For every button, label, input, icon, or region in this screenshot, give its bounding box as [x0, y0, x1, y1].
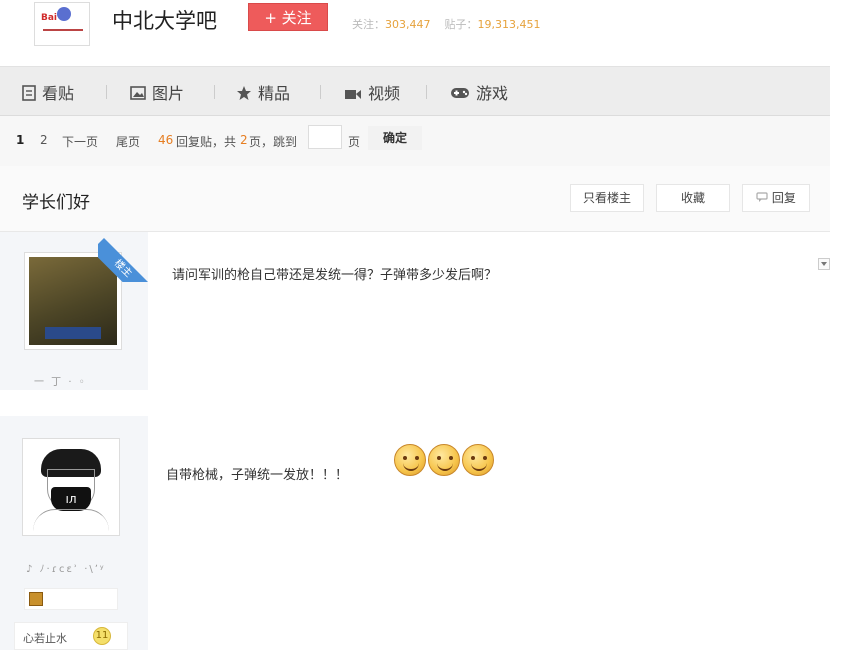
last-page-link[interactable]: 尾页	[116, 133, 140, 150]
level-name: 心若止水	[23, 632, 67, 645]
thread-title: 学长们好	[22, 193, 90, 213]
tab-posts[interactable]: 看贴	[22, 80, 74, 105]
reply-button[interactable]: 回复	[742, 184, 810, 212]
post-item: ıл ♪ ﾉ·ɾcεʾ ·\ʼʸ 心若止水 11 自带枪械，子弹统一发放！！！	[0, 416, 830, 650]
member-badge-icon[interactable]	[29, 592, 43, 606]
confirm-button[interactable]: 确定	[368, 126, 422, 150]
level-number: 11	[93, 627, 111, 645]
post-content: 请问军训的枪自己带还是发统一得？子弹带多少发后啊？	[172, 268, 498, 283]
tab-divider	[214, 85, 215, 99]
post-item: 楼主 一 丁 · ◦ 请问军训的枪自己带还是发统一得？子弹带多少发后啊？	[0, 232, 830, 390]
baidu-logo-icon: Bai	[41, 13, 58, 23]
post-content: 自带枪械，子弹统一发放！！！	[166, 468, 349, 483]
forum-header: Bai 中北大学吧 + 关注 关注：303,447 贴子：19,313,451	[0, 0, 830, 66]
star-icon	[236, 85, 252, 105]
tab-featured[interactable]: 精品	[236, 80, 290, 105]
username[interactable]: 一 丁 · ◦	[34, 373, 87, 388]
tab-label: 视频	[368, 84, 401, 103]
page-link-2[interactable]: 2	[40, 133, 48, 147]
user-level[interactable]: 心若止水 11	[14, 622, 128, 650]
document-icon	[22, 84, 36, 105]
pagination-bar: 1 2 下一页 尾页 46 回复贴，共 2 页，跳到 页 确定	[0, 116, 830, 166]
post-divider	[0, 390, 844, 416]
favorite-button[interactable]: 收藏	[656, 184, 730, 212]
author-column: ıл ♪ ﾉ·ɾcεʾ ·\ʼʸ 心若止水 11	[0, 416, 148, 650]
tab-images[interactable]: 图片	[130, 80, 184, 104]
username[interactable]: ♪ ﾉ·ɾcεʾ ·\ʼʸ	[26, 560, 106, 575]
post-count-label: 贴子：	[444, 18, 478, 31]
tab-label: 图片	[152, 84, 185, 103]
smiley-face-icon	[394, 444, 426, 476]
page-unit: 页	[348, 135, 361, 149]
total-pages-suffix: 页，跳到	[249, 135, 298, 149]
tab-label: 游戏	[476, 84, 509, 103]
reply-label: 回复	[771, 191, 796, 205]
forum-tabs: 看贴 图片 精品 视频 游戏	[0, 66, 830, 116]
video-camera-icon	[344, 85, 362, 104]
logo-calligraphy-icon	[43, 29, 83, 35]
comment-icon	[756, 191, 768, 205]
image-icon	[130, 85, 146, 104]
tab-divider	[106, 85, 107, 99]
total-pages: 2	[240, 133, 248, 147]
only-author-button[interactable]: 只看楼主	[570, 184, 644, 212]
page-current: 1	[16, 133, 25, 147]
tab-label: 精品	[258, 84, 291, 103]
member-badge-row	[24, 588, 118, 610]
follow-button[interactable]: + 关注	[248, 3, 328, 31]
tab-divider	[426, 85, 427, 99]
post-count: 19,313,451	[477, 18, 541, 31]
thread-header: 学长们好 只看楼主 收藏 回复	[0, 166, 830, 232]
follow-count-label: 关注：	[352, 18, 385, 31]
author-column: 楼主 一 丁 · ◦	[0, 232, 148, 390]
logo-seal-icon	[57, 7, 71, 21]
smiley-face-icon	[462, 444, 494, 476]
tab-videos[interactable]: 视频	[344, 80, 400, 104]
tab-divider	[320, 85, 321, 99]
forum-name[interactable]: 中北大学吧	[112, 5, 217, 35]
tab-games[interactable]: 游戏	[450, 80, 508, 104]
avatar-image: ıл	[27, 443, 115, 531]
jump-page-input[interactable]	[308, 125, 342, 149]
original-poster-badge: 楼主	[98, 232, 148, 282]
chevron-down-icon[interactable]	[818, 258, 830, 270]
forum-stats: 关注：303,447 贴子：19,313,451	[352, 16, 540, 32]
forum-logo[interactable]: Bai	[34, 2, 90, 46]
follow-count: 303,447	[385, 18, 431, 31]
tab-label: 看贴	[42, 84, 75, 103]
smiley-face-icon	[428, 444, 460, 476]
gamepad-icon	[450, 85, 470, 104]
avatar[interactable]: ıл	[22, 438, 120, 536]
reply-count-label: 回复贴，共	[176, 135, 237, 149]
reply-count: 46	[158, 133, 174, 147]
next-page-link[interactable]: 下一页	[62, 133, 98, 150]
